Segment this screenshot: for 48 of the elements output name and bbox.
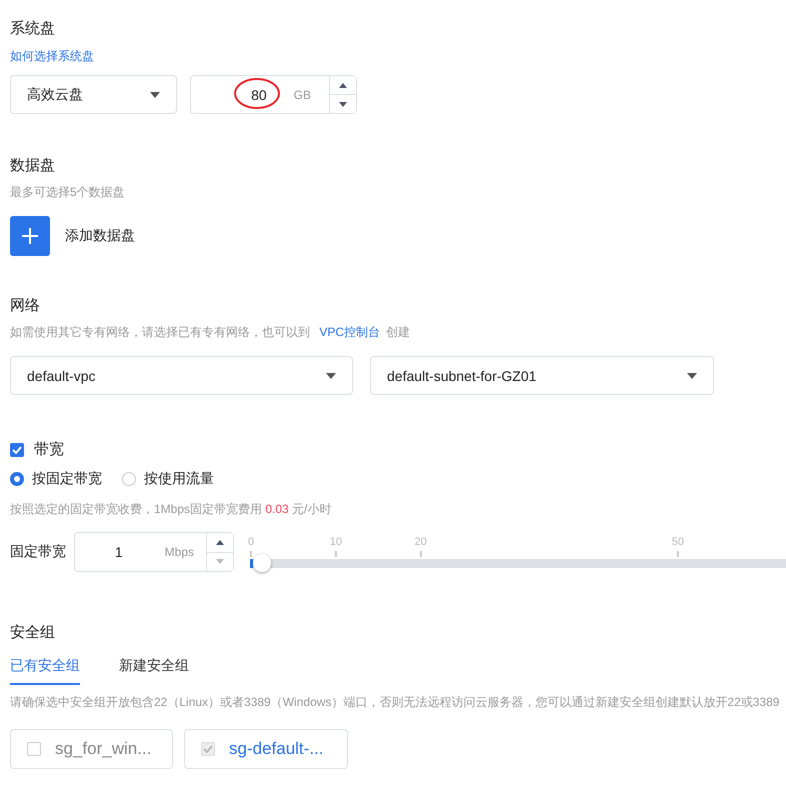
unit-label: GB bbox=[294, 86, 312, 104]
caret-icon bbox=[687, 372, 697, 378]
section-title: 数据盘 bbox=[10, 156, 56, 176]
checkbox[interactable] bbox=[10, 442, 24, 456]
notice-text: 请确保选中安全组开放包含22（Linux）或者3389（Windows）端口，否则无法远程访问云服务器，您可以通过新建安全组创建默认放开22或3389 bbox=[10, 694, 780, 710]
section-title: 系统盘 bbox=[10, 19, 56, 39]
help-link[interactable]: 如何选择系统盘 bbox=[10, 48, 94, 64]
caret-icon bbox=[326, 372, 336, 378]
down-arrow-icon bbox=[339, 102, 347, 106]
size-value: 80 bbox=[251, 86, 267, 102]
security-group-option[interactable]: sg_for_win... bbox=[10, 729, 173, 769]
decrement-button[interactable] bbox=[330, 94, 356, 113]
bandwidth-field[interactable]: 1 Mbps bbox=[74, 532, 234, 572]
radio-button[interactable] bbox=[122, 472, 136, 486]
checkbox-label: 带宽 bbox=[34, 440, 64, 459]
hint-text: 最多可选择5个数据盘 bbox=[10, 184, 126, 200]
down-arrow-icon bbox=[216, 559, 224, 564]
dropdown-select[interactable]: default-vpc bbox=[10, 356, 353, 395]
option-label: 按使用流量 bbox=[144, 470, 214, 488]
up-arrow-icon bbox=[216, 540, 224, 545]
tab[interactable]: 新建安全组 bbox=[119, 657, 189, 685]
tick-label: 20 bbox=[414, 536, 427, 548]
slider-thumb[interactable] bbox=[253, 554, 272, 572]
disk-size-field[interactable]: 80 GB bbox=[190, 75, 357, 114]
vpc-console-link[interactable]: VPC控制台 bbox=[319, 325, 380, 339]
tick-label: 10 bbox=[330, 536, 342, 548]
section-title: 安全组 bbox=[10, 623, 56, 643]
up-arrow-icon bbox=[339, 82, 347, 88]
section-title: 网络 bbox=[10, 296, 41, 316]
radio-button[interactable] bbox=[10, 472, 24, 486]
tick-label: 0 bbox=[248, 536, 254, 548]
group-name: sg_for_win... bbox=[55, 739, 152, 759]
caret-icon bbox=[150, 92, 160, 98]
dropdown-select[interactable]: 高效云盘 bbox=[10, 75, 177, 114]
group-name: sg-default-... bbox=[229, 739, 324, 759]
tab[interactable]: 已有安全组 bbox=[10, 657, 80, 685]
unit-label: Mbps bbox=[164, 544, 195, 561]
field-label: 固定带宽 bbox=[10, 543, 66, 561]
checkbox[interactable] bbox=[27, 742, 41, 756]
network-hint: 如需使用其它专有网络，请选择已有专有网络，也可以到 VPC控制台 创建 bbox=[10, 324, 412, 340]
fee-note: 按照选定的固定带宽收费，1Mbps固定带宽费用 0.03 元/小时 bbox=[10, 501, 332, 517]
tick-label: 50 bbox=[672, 536, 684, 548]
add-label: 添加数据盘 bbox=[65, 227, 135, 245]
add-button[interactable] bbox=[10, 216, 50, 256]
option-label: 按固定带宽 bbox=[32, 470, 102, 488]
bandwidth-value: 1 bbox=[114, 543, 124, 562]
plus-icon bbox=[22, 228, 38, 244]
dropdown-select[interactable]: default-subnet-for-GZ01 bbox=[370, 356, 714, 395]
